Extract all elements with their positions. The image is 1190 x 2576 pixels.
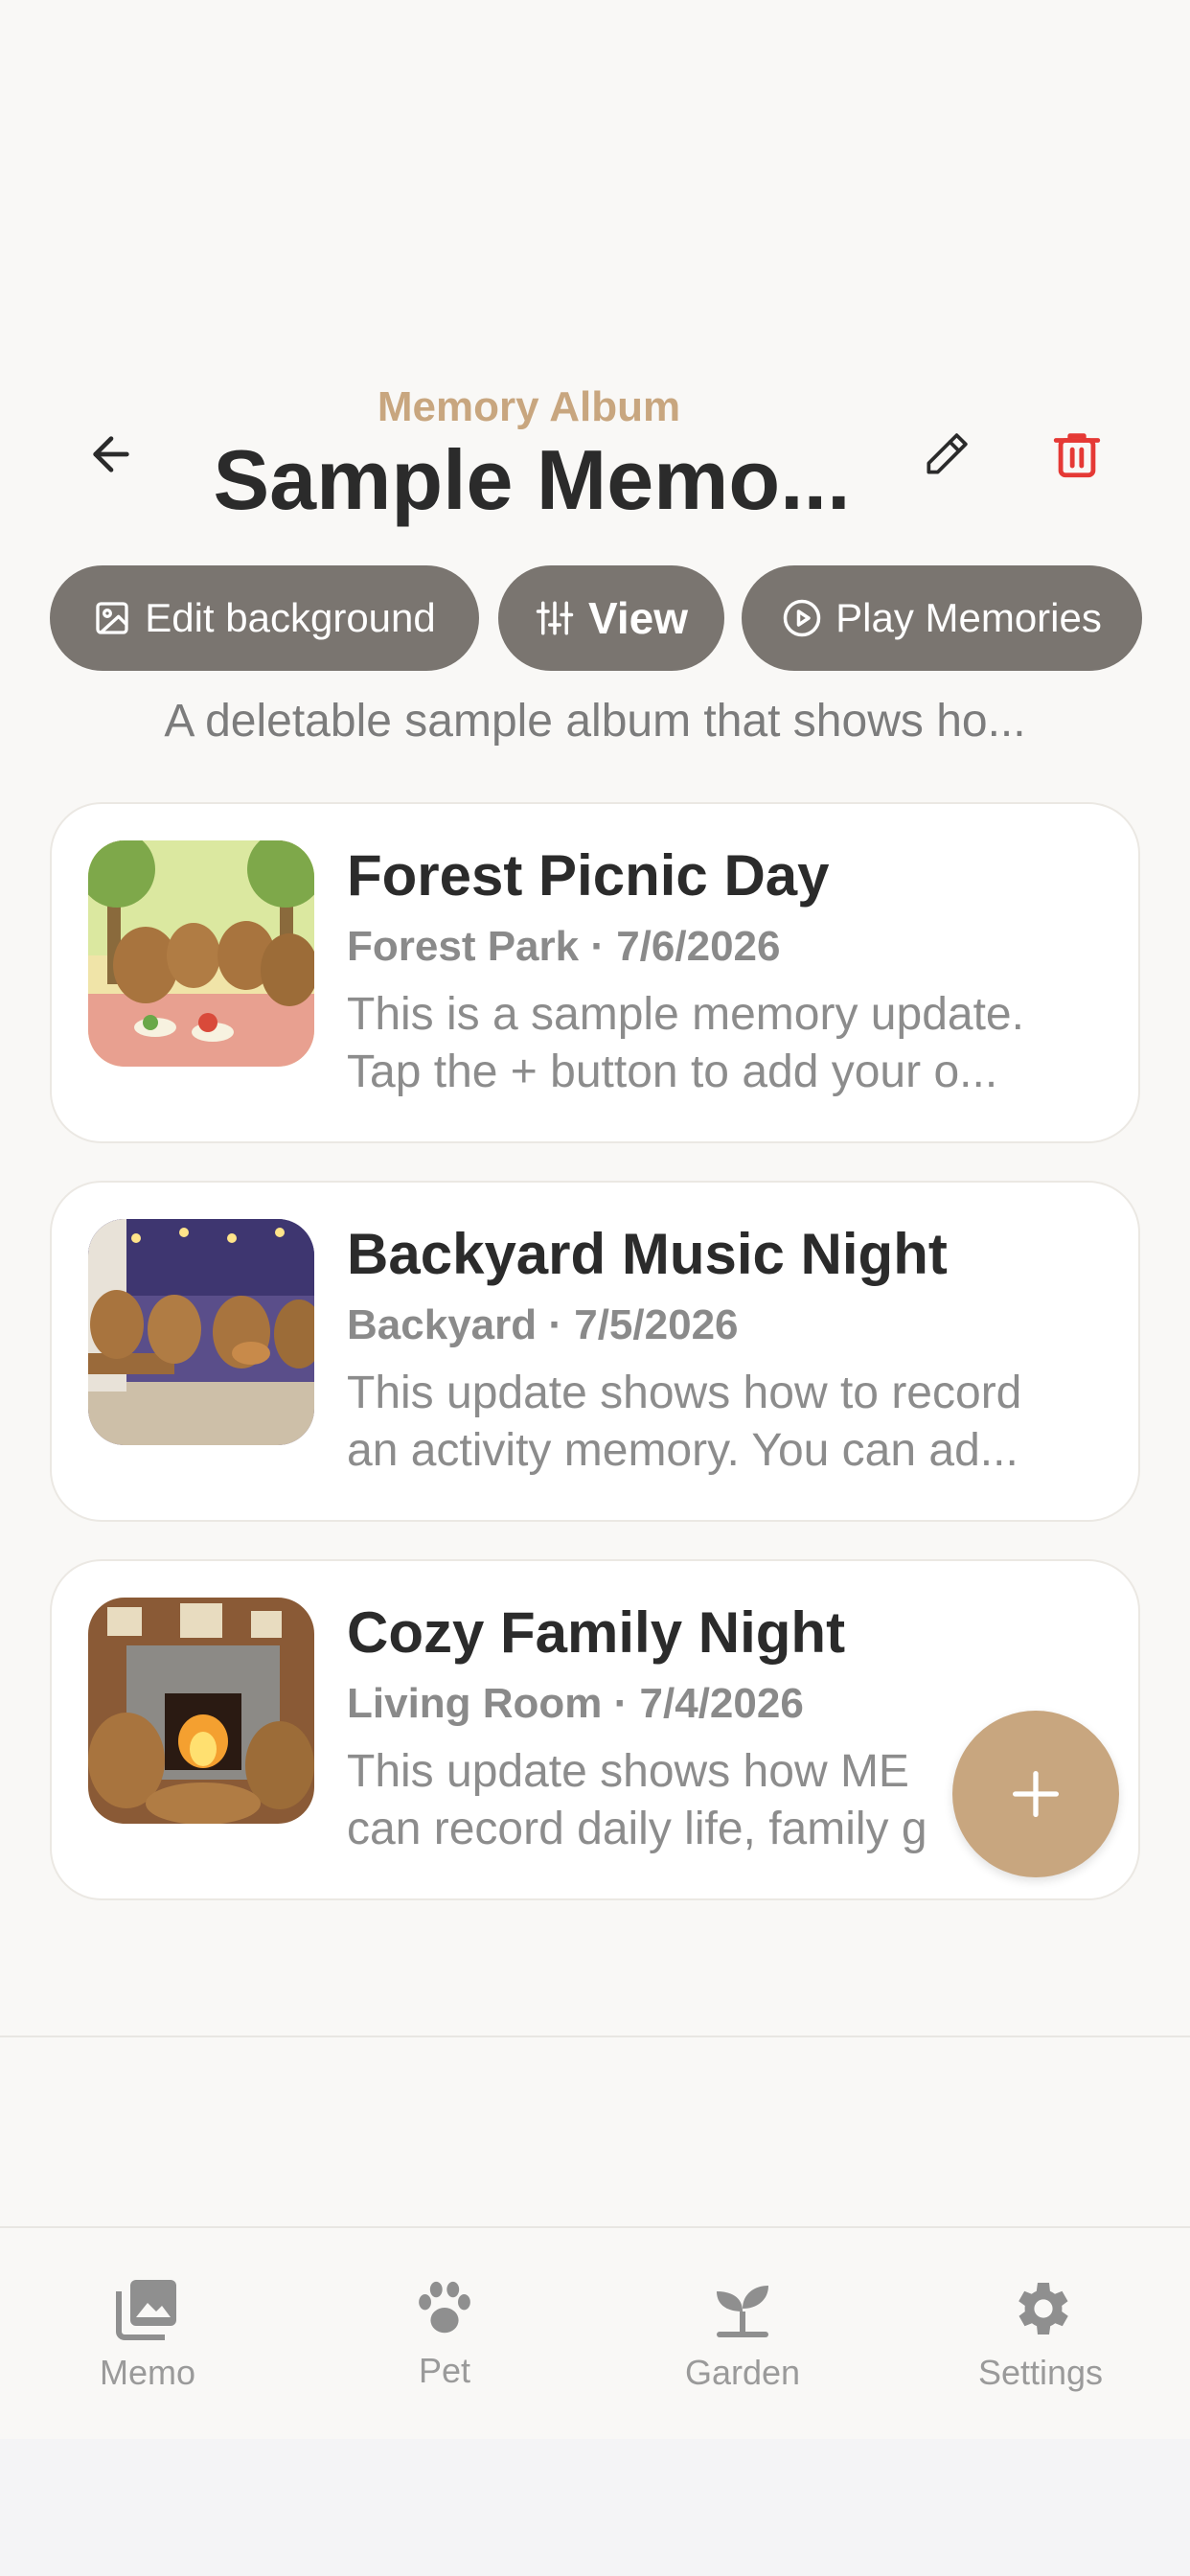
memory-meta: Forest Park · 7/6/2026: [347, 923, 781, 970]
memory-body-line: an activity memory. You can ad...: [347, 1425, 1018, 1476]
memory-thumbnail: [88, 1219, 314, 1445]
memory-thumbnail: [88, 840, 314, 1067]
tab-memo[interactable]: Memo: [23, 2228, 272, 2439]
edit-background-label: Edit background: [145, 595, 436, 640]
memory-card[interactable]: Forest Picnic Day Forest Park · 7/6/2026…: [50, 802, 1140, 1143]
content-divider: [0, 2036, 1190, 2037]
pencil-icon: [927, 433, 968, 474]
album-description: A deletable sample album that shows ho..…: [164, 696, 1026, 747]
memory-title: Forest Picnic Day: [347, 843, 830, 908]
page-title: Sample Memo...: [213, 432, 851, 527]
memory-body: This update shows how to record an activ…: [347, 1365, 1113, 1480]
tab-pet[interactable]: Pet: [320, 2228, 569, 2439]
play-circle-icon: [783, 599, 821, 637]
memory-body-line: This update shows how to record: [347, 1368, 1022, 1418]
tab-label: Memo: [99, 2353, 196, 2392]
play-memories-label: Play Memories: [835, 595, 1102, 640]
tab-label: Pet: [418, 2351, 471, 2390]
trash-icon: [1053, 433, 1101, 478]
plus-icon: [1013, 1771, 1059, 1817]
tab-garden[interactable]: Garden: [618, 2228, 867, 2439]
memory-meta: Living Room · 7/4/2026: [347, 1680, 804, 1727]
tab-settings[interactable]: Settings: [916, 2228, 1165, 2439]
album-actions: Edit background View Play Memories: [50, 565, 1142, 671]
sliders-icon: [536, 601, 574, 635]
edit-background-button[interactable]: Edit background: [50, 565, 479, 671]
memory-thumbnail: [88, 1598, 314, 1824]
bottom-tab-bar: Memo Pet Garden Settings: [0, 2228, 1190, 2439]
add-memory-button[interactable]: [952, 1711, 1119, 1877]
edit-album-button[interactable]: [901, 408, 993, 500]
memory-body: This is a sample memory update. Tap the …: [347, 986, 1113, 1101]
back-button[interactable]: [65, 408, 157, 500]
play-memories-button[interactable]: Play Memories: [742, 565, 1142, 671]
memory-body-line: Tap the + button to add your o...: [347, 1046, 998, 1097]
album-subtitle: Memory Album: [377, 383, 681, 430]
memory-title: Cozy Family Night: [347, 1600, 846, 1665]
delete-album-button[interactable]: [1031, 408, 1123, 500]
album-header: Memory Album Sample Memo...: [0, 364, 1190, 537]
view-label: View: [588, 593, 688, 643]
view-button[interactable]: View: [498, 565, 724, 671]
image-icon: [96, 602, 128, 634]
gear-icon: [1018, 2283, 1068, 2334]
photo-gallery-icon: [116, 2280, 176, 2340]
tab-label: Settings: [977, 2353, 1104, 2392]
tab-label: Garden: [684, 2353, 801, 2392]
memory-meta: Backyard · 7/5/2026: [347, 1301, 739, 1348]
sprout-icon: [717, 2286, 768, 2337]
memory-body-line: This is a sample memory update.: [347, 989, 1024, 1040]
paw-icon: [419, 2281, 470, 2334]
memory-title: Backyard Music Night: [347, 1222, 948, 1286]
memory-card[interactable]: Backyard Music Night Backyard · 7/5/2026…: [50, 1181, 1140, 1522]
home-indicator-area: [0, 2439, 1190, 2576]
arrow-left-icon: [93, 436, 129, 472]
